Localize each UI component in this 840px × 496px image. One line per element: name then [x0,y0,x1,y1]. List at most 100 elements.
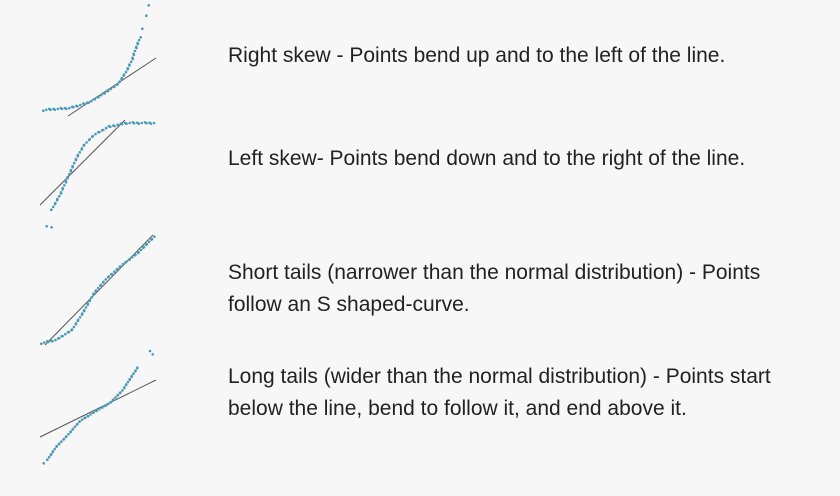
qq-point [64,179,68,183]
qq-point [82,143,86,147]
qq-point [68,172,71,176]
qq-point [132,52,135,56]
qq-point [78,420,81,423]
long-tails-qq-svg [39,349,157,465]
qq-point [131,56,134,60]
qq-point [120,76,124,80]
qq-point [114,396,117,399]
qq-point [93,97,97,101]
qq-point [79,103,82,107]
qq-point [63,184,66,187]
qq-point [104,278,107,281]
qq-point [76,153,80,157]
qq-point [50,208,53,211]
qq-point [136,366,139,369]
qq-point [121,389,124,392]
qq-point [128,63,131,66]
qq-point [94,132,97,136]
qq-point [147,4,150,7]
qq-point [65,107,68,111]
qq-point [141,27,144,31]
qq-point [90,296,93,299]
qq-point [134,253,137,257]
qq-point [126,380,130,384]
qq-point [45,108,48,112]
qq-point [85,141,88,144]
qq-point [88,298,92,302]
left-skew-qq-plot [30,115,165,240]
qq-point [67,433,70,436]
qq-point [56,197,59,201]
qq-point [137,251,140,254]
qq-point [109,125,112,129]
qq-point [137,38,141,42]
long-tails-points [42,349,154,465]
qq-row-left-skew: Left skew- Points bend down and to the r… [0,115,840,235]
qq-point [125,260,128,264]
qq-point [151,353,154,356]
qq-point [80,312,84,315]
long-tails-description: Long tails (wider than the normal distri… [228,365,771,420]
qq-point [88,138,91,141]
qq-point [102,280,105,284]
qq-point [116,123,119,127]
qq-point [123,386,126,389]
qq-point [61,334,64,338]
qq-point [76,422,79,426]
qq-point [53,108,57,112]
qq-point [148,349,152,353]
qq-point [113,85,116,88]
left-skew-qq-svg [39,119,156,229]
qq-point [116,267,119,271]
left-skew-points [45,121,156,229]
short-tails-description: Short tails (narrower than the normal di… [228,261,761,316]
qq-point [96,286,100,290]
qq-point [61,186,64,190]
qq-point [119,391,122,394]
qq-point [116,83,119,86]
qq-point [42,462,45,465]
qq-point [83,102,86,106]
qq-point [51,340,54,343]
qq-point [66,175,69,179]
qq-point [76,104,79,108]
qq-point [139,36,142,39]
qq-point [129,60,133,64]
right-skew-description: Right skew - Points bend up and to the l… [228,44,726,67]
qq-point [142,245,146,249]
qq-point [98,130,101,134]
qq-point [87,101,90,105]
qq-point [124,383,128,386]
qq-point [78,316,82,319]
qq-point [95,409,98,413]
qq-point [109,400,113,404]
qq-point [102,128,105,132]
qq-point [94,289,98,292]
qq-point [51,450,55,453]
qq-point [89,413,92,416]
qq-point [147,240,151,244]
left-skew-reference-line [39,119,126,206]
qq-point [99,283,103,287]
qq-point [71,164,74,168]
qq-point [149,122,153,125]
qq-point [54,201,57,205]
qq-row-long-tails: Long tails (wider than the normal distri… [0,345,840,475]
qq-point [92,411,95,414]
qq-point [62,437,66,441]
qq-point [60,107,64,111]
qq-point [139,248,143,252]
qq-point [68,106,71,110]
qq-point [107,275,111,278]
qq-point [49,108,52,112]
qq-point [46,458,49,461]
qq-point [128,258,131,261]
qq-point [86,302,90,306]
qq-point [71,427,75,431]
qq-point [133,49,137,53]
short-tails-reference-line [44,234,154,346]
qq-point [137,122,140,125]
qq-point [106,89,110,93]
qq-point [150,237,154,241]
right-skew-qq-svg [42,4,157,117]
